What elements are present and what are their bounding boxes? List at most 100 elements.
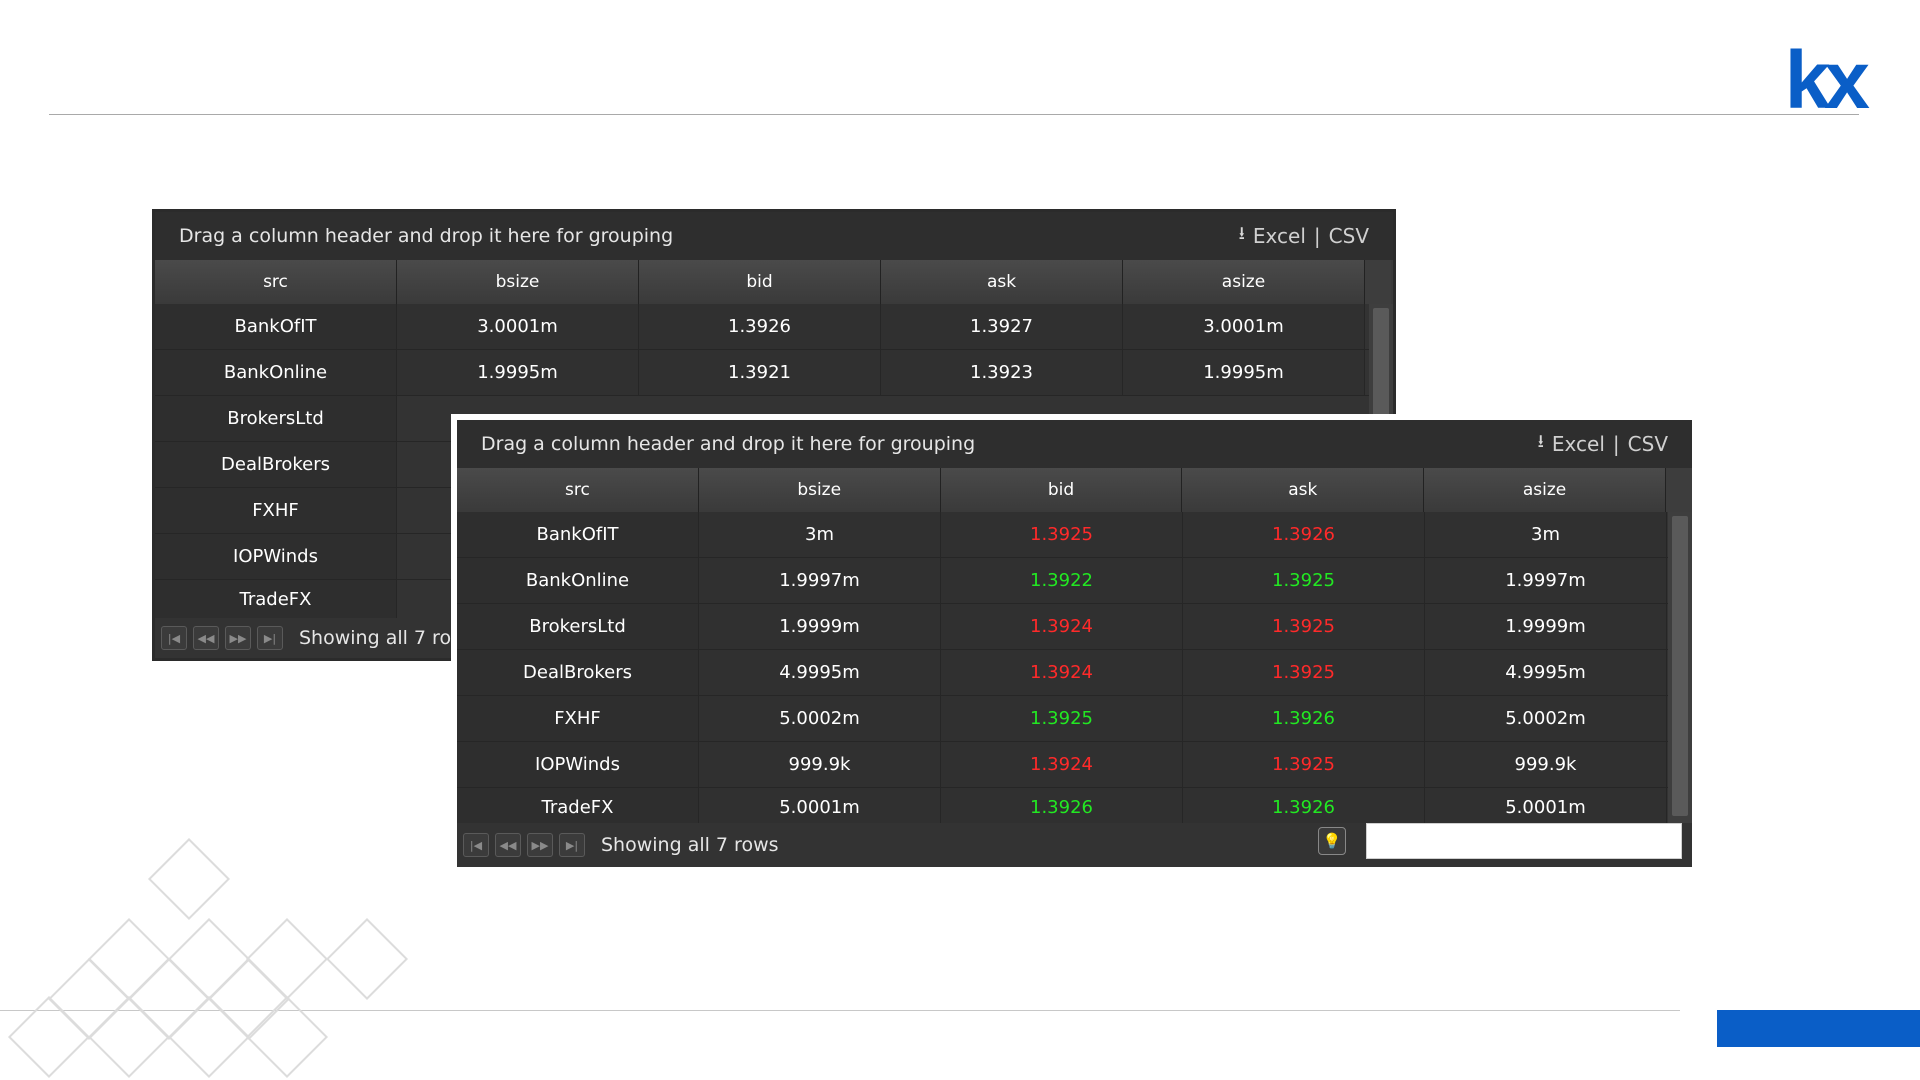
cell-ask: 1.3925 <box>1183 558 1425 603</box>
grouping-drop-zone[interactable]: Drag a column header and drop it here fo… <box>155 212 1393 260</box>
cell-asize: 3m <box>1425 512 1667 557</box>
excel-export-link[interactable]: Excel <box>1253 224 1306 248</box>
cell-src: FXHF <box>155 488 397 533</box>
last-page-button[interactable]: ▶| <box>257 626 283 650</box>
cell-src: IOPWinds <box>457 742 699 787</box>
column-header-asize[interactable]: asize <box>1424 468 1666 512</box>
table-body: BankOfIT 3m 1.3925 1.3926 3m BankOnline … <box>457 512 1692 827</box>
kx-logo: kx <box>1784 35 1870 126</box>
cell-src: BankOnline <box>457 558 699 603</box>
last-page-button[interactable]: ▶| <box>559 833 585 857</box>
header-scroll-gutter <box>1365 260 1391 304</box>
excel-export-link[interactable]: Excel <box>1552 432 1605 456</box>
cell-bsize: 5.0001m <box>699 788 941 826</box>
cell-bid: 1.3924 <box>941 650 1183 695</box>
first-page-button[interactable]: |◀ <box>463 833 489 857</box>
column-header-src[interactable]: src <box>155 260 397 304</box>
prev-page-button[interactable]: ◀◀ <box>495 833 521 857</box>
cell-bsize: 999.9k <box>699 742 941 787</box>
diamond-pattern-decoration <box>0 830 420 1080</box>
cell-src: DealBrokers <box>457 650 699 695</box>
column-header-asize[interactable]: asize <box>1123 260 1365 304</box>
csv-export-link[interactable]: CSV <box>1628 432 1668 456</box>
column-header-bsize[interactable]: bsize <box>698 468 941 512</box>
grouping-hint: Drag a column header and drop it here fo… <box>179 225 674 247</box>
cell-bid: 1.3925 <box>941 696 1183 741</box>
download-icon: ⭳ <box>1238 223 1245 244</box>
pager-status: Showing all 7 rows <box>601 834 779 856</box>
cell-ask: 1.3925 <box>1183 742 1425 787</box>
prev-page-button[interactable]: ◀◀ <box>193 626 219 650</box>
column-header-ask[interactable]: ask <box>881 260 1123 304</box>
table-row[interactable]: TradeFX 5.0001m 1.3926 1.3926 5.0001m <box>457 788 1692 827</box>
cell-src: IOPWinds <box>155 534 397 579</box>
cell-src: BrokersLtd <box>457 604 699 649</box>
cell-bid: 1.3926 <box>639 304 881 349</box>
cell-bid: 1.3924 <box>941 604 1183 649</box>
cell-asize: 1.9995m <box>1123 350 1365 395</box>
cell-ask: 1.3927 <box>881 304 1123 349</box>
cell-ask: 1.3926 <box>1183 788 1425 826</box>
cell-src: BrokersLtd <box>155 396 397 441</box>
table-row[interactable]: IOPWinds 999.9k 1.3924 1.3925 999.9k <box>457 742 1692 788</box>
cell-ask: 1.3925 <box>1183 650 1425 695</box>
vertical-scrollbar[interactable] <box>1668 512 1692 830</box>
grouping-drop-zone[interactable]: Drag a column header and drop it here fo… <box>457 420 1692 468</box>
cell-bsize: 1.9999m <box>699 604 941 649</box>
column-header-ask[interactable]: ask <box>1182 468 1425 512</box>
cell-bid: 1.3925 <box>941 512 1183 557</box>
cell-bsize: 4.9995m <box>699 650 941 695</box>
export-links: ⭳ Excel | CSV <box>1239 221 1369 251</box>
cell-asize: 4.9995m <box>1425 650 1667 695</box>
cell-src: FXHF <box>457 696 699 741</box>
grouping-hint: Drag a column header and drop it here fo… <box>481 433 976 455</box>
cell-bid: 1.3921 <box>639 350 881 395</box>
footer-accent-bar <box>1717 1010 1920 1047</box>
cell-bid: 1.3926 <box>941 788 1183 826</box>
cell-asize: 1.9997m <box>1425 558 1667 603</box>
table-row[interactable]: BankOnline 1.9997m 1.3922 1.3925 1.9997m <box>457 558 1692 604</box>
table-row[interactable]: DealBrokers 4.9995m 1.3924 1.3925 4.9995… <box>457 650 1692 696</box>
table-row[interactable]: BankOfIT 3.0001m 1.3926 1.3927 3.0001m <box>155 304 1393 350</box>
table-row[interactable]: BankOfIT 3m 1.3925 1.3926 3m <box>457 512 1692 558</box>
cell-src: BankOfIT <box>457 512 699 557</box>
cell-bsize: 3m <box>699 512 941 557</box>
cell-bsize: 5.0002m <box>699 696 941 741</box>
first-page-button[interactable]: |◀ <box>161 626 187 650</box>
search-input[interactable] <box>1366 823 1682 859</box>
cell-asize: 999.9k <box>1425 742 1667 787</box>
table-row[interactable]: FXHF 5.0002m 1.3925 1.3926 5.0002m <box>457 696 1692 742</box>
column-header-src[interactable]: src <box>457 468 699 512</box>
cell-bid: 1.3924 <box>941 742 1183 787</box>
cell-bsize: 1.9997m <box>699 558 941 603</box>
column-header-bid[interactable]: bid <box>940 468 1183 512</box>
header-scroll-gutter <box>1665 468 1692 512</box>
next-page-button[interactable]: ▶▶ <box>225 626 251 650</box>
lightbulb-icon[interactable]: 💡 <box>1318 827 1346 855</box>
next-page-button[interactable]: ▶▶ <box>527 833 553 857</box>
table-row[interactable]: BankOnline 1.9995m 1.3921 1.3923 1.9995m <box>155 350 1393 396</box>
cell-src: BankOnline <box>155 350 397 395</box>
grid-widget-front: Drag a column header and drop it here fo… <box>451 414 1698 873</box>
download-icon: ⭳ <box>1537 431 1544 452</box>
cell-ask: 1.3926 <box>1183 696 1425 741</box>
table-row[interactable]: BrokersLtd 1.9999m 1.3924 1.3925 1.9999m <box>457 604 1692 650</box>
export-separator: | <box>1313 224 1321 248</box>
export-separator: | <box>1612 432 1620 456</box>
cell-bsize: 3.0001m <box>397 304 639 349</box>
table-header: src bsize bid ask asize <box>155 260 1393 304</box>
scrollbar-thumb[interactable] <box>1672 516 1688 816</box>
cell-src: TradeFX <box>457 788 699 826</box>
cell-asize: 5.0002m <box>1425 696 1667 741</box>
cell-src: DealBrokers <box>155 442 397 487</box>
cell-ask: 1.3925 <box>1183 604 1425 649</box>
top-divider <box>49 114 1859 115</box>
diamond-shape <box>325 917 409 1001</box>
column-header-bsize[interactable]: bsize <box>397 260 639 304</box>
csv-export-link[interactable]: CSV <box>1329 224 1369 248</box>
table-header: src bsize bid ask asize <box>457 468 1692 512</box>
column-header-bid[interactable]: bid <box>639 260 881 304</box>
export-links: ⭳ Excel | CSV <box>1538 429 1668 459</box>
cell-src: TradeFX <box>155 580 397 618</box>
cell-ask: 1.3923 <box>881 350 1123 395</box>
